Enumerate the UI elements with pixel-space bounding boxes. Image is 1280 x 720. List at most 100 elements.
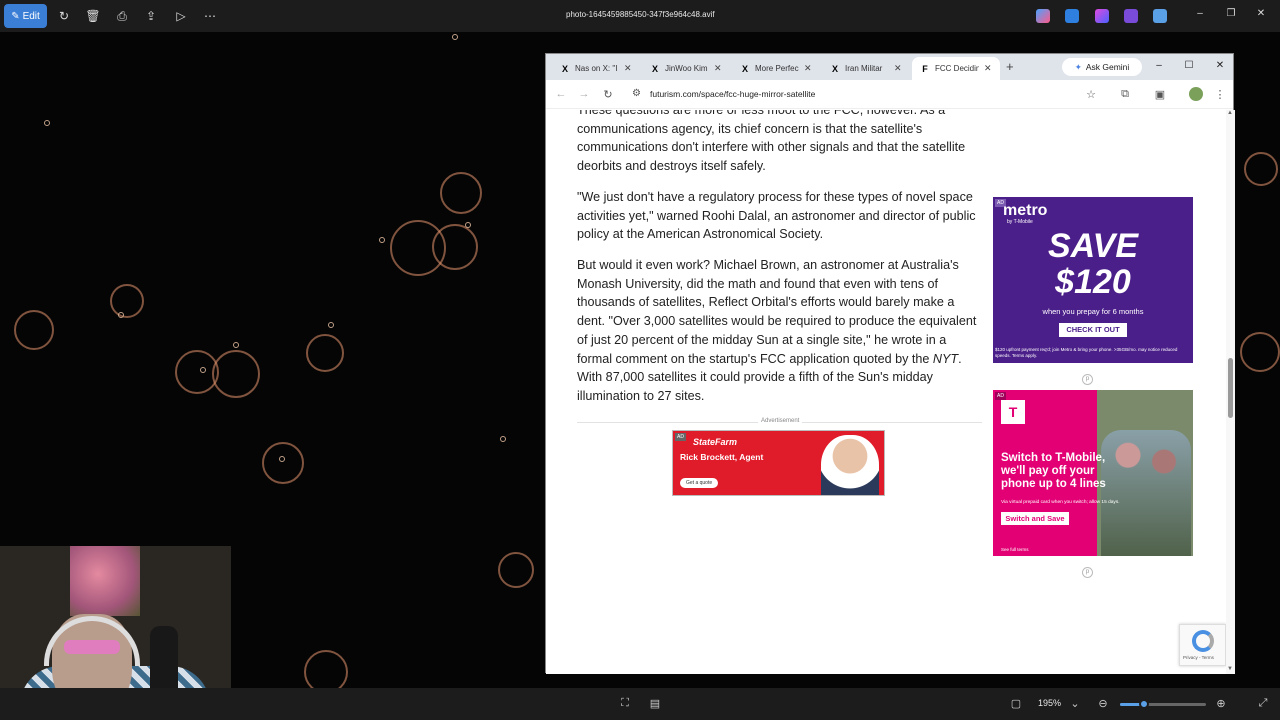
cloud-icon[interactable] — [1153, 9, 1167, 23]
slideshow-icon[interactable]: ▷ — [173, 8, 189, 24]
maximize-icon[interactable]: ❐ — [1224, 8, 1238, 19]
app-icon[interactable] — [1124, 9, 1138, 23]
close-icon[interactable]: ✕ — [1213, 60, 1227, 71]
scroll-thumb[interactable] — [1228, 358, 1233, 418]
scroll-down-icon[interactable]: ▼ — [1227, 666, 1233, 672]
zoom-level[interactable]: 195% — [1038, 698, 1061, 708]
menu-icon[interactable]: ⋮ — [1213, 88, 1227, 101]
photo-viewer-statusbar: ⛶ ▤ ▢ 195% ⌄ ⊖ ⊕ ⤢ — [0, 688, 1280, 720]
close-tab-icon[interactable]: ✕ — [624, 63, 632, 74]
statefarm-logo: StateFarm — [693, 437, 738, 447]
bokeh-dot — [452, 34, 458, 40]
close-tab-icon[interactable]: ✕ — [804, 63, 812, 74]
metro-fine-print: $120 upfront payment req'd; join Metro &… — [995, 347, 1178, 358]
reload-icon[interactable]: ↻ — [601, 88, 615, 101]
browser-window: X Nas on X: "I ✕ X JinWoo Kim ✕ X More P… — [545, 53, 1235, 674]
site-info-icon[interactable]: ⚙ — [632, 88, 641, 99]
scrollbar[interactable]: ▲ ▼ — [1226, 110, 1235, 674]
zoom-in-icon[interactable]: ⊕ — [1214, 697, 1228, 710]
close-tab-icon[interactable]: ✕ — [984, 63, 992, 74]
ad-choices-icon[interactable]: p — [1082, 374, 1093, 385]
tmobile-logo: T — [1001, 400, 1025, 424]
bokeh-ring — [440, 172, 482, 214]
tab-label: Nas on X: "I — [575, 64, 618, 73]
bokeh-dot — [328, 322, 334, 328]
bokeh-ring — [14, 310, 54, 350]
bokeh-ring — [212, 350, 260, 398]
bokeh-dot — [379, 237, 385, 243]
tab-jinwoo[interactable]: X JinWoo Kim ✕ — [642, 57, 730, 80]
close-icon[interactable]: ✕ — [1254, 8, 1268, 19]
tab-nas[interactable]: X Nas on X: "I ✕ — [552, 57, 640, 80]
agent-photo — [821, 435, 879, 495]
new-tab-icon[interactable]: + — [1006, 59, 1014, 74]
bokeh-dot — [500, 436, 506, 442]
extensions-icon[interactable]: ⧉ — [1118, 88, 1132, 101]
tab-iran[interactable]: X Iran Militar ✕ — [822, 57, 910, 80]
page-content: These questions are more or less moot to… — [546, 110, 1235, 674]
app-icon[interactable] — [1065, 9, 1079, 23]
tab-fcc[interactable]: F FCC Decidin ✕ — [912, 57, 1000, 80]
maximize-icon[interactable]: ☐ — [1182, 60, 1196, 71]
bookmark-star-icon[interactable]: ☆ — [1084, 88, 1098, 101]
fit-screen-icon[interactable]: ⛶ — [618, 697, 632, 710]
bokeh-dot — [44, 120, 50, 126]
family-photo — [1101, 430, 1191, 556]
x-logo-icon: X — [651, 63, 658, 74]
check-it-out-button[interactable]: CHECK IT OUT — [1059, 323, 1127, 337]
bokeh-dot — [200, 367, 206, 373]
app-icon[interactable] — [1095, 9, 1109, 23]
tab-more-perfect[interactable]: X More Perfec ✕ — [732, 57, 820, 80]
minimize-icon[interactable]: – — [1193, 8, 1207, 19]
forward-icon[interactable]: → — [577, 88, 591, 100]
tmobile-ad[interactable]: AD T Switch to T-Mobile, we'll pay off y… — [993, 390, 1193, 556]
photo-viewer-toolbar: ✎ Edit ↻ 🗑 ⎙ ⇪ ▷ ⋯ photo-1645459885450-3… — [0, 0, 1280, 32]
minimize-icon[interactable]: – — [1152, 60, 1166, 71]
metro-logo: metro — [1003, 202, 1048, 219]
edit-button[interactable]: ✎ Edit — [4, 4, 47, 28]
gemini-icon: ✦ — [1074, 61, 1082, 72]
get-quote-button[interactable]: Get a quote — [680, 478, 719, 488]
chevron-down-icon[interactable]: ⌄ — [1068, 697, 1082, 710]
nyt-link[interactable]: NYT — [933, 352, 958, 366]
print-icon[interactable]: ⎙ — [114, 8, 130, 24]
tmobile-fine-print: See full terms — [1001, 547, 1029, 552]
statefarm-ad[interactable]: AD StateFarm Rick Brockett, Agent Get a … — [672, 430, 885, 496]
ad-choices-icon[interactable]: p — [1082, 567, 1093, 578]
sidebar-icon[interactable]: ▣ — [1153, 88, 1167, 101]
address-bar[interactable]: futurism.com/space/fcc-huge-mirror-satel… — [650, 89, 815, 99]
glasses — [64, 640, 120, 654]
close-tab-icon[interactable]: ✕ — [894, 63, 902, 74]
ask-gemini-label: Ask Gemini — [1085, 62, 1130, 72]
advertisement-label: Advertisement — [758, 418, 803, 424]
copilot-icon[interactable] — [1036, 9, 1050, 23]
fullscreen-icon[interactable]: ⤢ — [1256, 697, 1270, 710]
back-icon[interactable]: ← — [554, 88, 568, 100]
share-icon[interactable]: ⇪ — [143, 8, 159, 24]
rotate-icon[interactable]: ↻ — [56, 8, 72, 24]
more-options-icon[interactable]: ⋯ — [202, 8, 218, 24]
close-tab-icon[interactable]: ✕ — [714, 63, 722, 74]
futurism-icon: F — [922, 63, 928, 74]
agent-name: Rick Brockett, Agent — [680, 452, 764, 462]
actual-size-icon[interactable]: ▢ — [1009, 697, 1023, 710]
zoom-slider-thumb[interactable] — [1139, 699, 1150, 709]
scroll-up-icon[interactable]: ▲ — [1227, 110, 1233, 116]
metro-offer: when you prepay for 6 months — [1042, 307, 1144, 316]
switch-and-save-button[interactable]: Switch and Save — [1001, 512, 1069, 525]
ocr-icon[interactable]: ▤ — [648, 697, 662, 710]
recaptcha-badge[interactable]: Privacy - Terms — [1179, 624, 1226, 666]
edit-icon: ✎ — [11, 10, 20, 22]
ad-tag: AD — [995, 392, 1006, 400]
ask-gemini-button[interactable]: ✦ Ask Gemini — [1062, 58, 1142, 76]
metro-sub: by T-Mobile — [1007, 219, 1033, 225]
tmobile-subtext: Via virtual prepaid card when you switch… — [1001, 500, 1120, 505]
metro-ad[interactable]: AD metro by T-Mobile SAVE $120 when you … — [993, 197, 1193, 363]
profile-avatar[interactable] — [1189, 87, 1203, 101]
zoom-out-icon[interactable]: ⊖ — [1096, 697, 1110, 710]
article-text: But would it even work? Michael Brown, a… — [577, 258, 977, 366]
delete-icon[interactable]: 🗑 — [85, 8, 101, 24]
bokeh-ring — [306, 334, 344, 372]
zoom-slider[interactable] — [1120, 699, 1206, 709]
x-logo-icon: X — [831, 63, 838, 74]
